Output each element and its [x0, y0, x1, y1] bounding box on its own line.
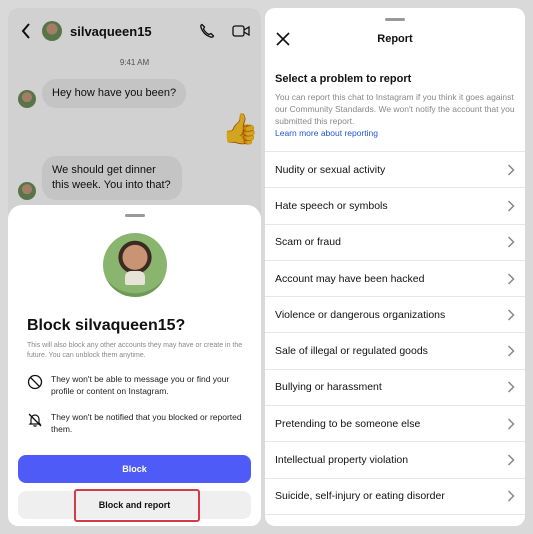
report-option[interactable]: Violence or dangerous organizations — [265, 297, 525, 334]
report-option[interactable]: Account may have been hacked — [265, 261, 525, 298]
report-option[interactable]: Nudity or sexual activity — [265, 152, 525, 189]
report-option[interactable]: Pretending to be someone else — [265, 406, 525, 443]
report-option-label: Suicide, self-injury or eating disorder — [275, 490, 445, 503]
report-heading: Select a problem to report — [275, 73, 412, 85]
report-option[interactable]: Hate speech or symbols — [265, 188, 525, 225]
report-option-label: Nudity or sexual activity — [275, 163, 386, 176]
report-option[interactable]: Bullying or harassment — [265, 370, 525, 407]
block-screen: silvaqueen15 9:41 AM Hey how have you be… — [8, 8, 261, 526]
highlight-box — [74, 489, 200, 522]
learn-more-link[interactable]: Learn more about reporting — [275, 127, 515, 139]
report-option-label: Hate speech or symbols — [275, 199, 388, 212]
report-title: Report — [377, 33, 413, 45]
block-button[interactable]: Block — [18, 455, 251, 483]
report-option-label: Account may have been hacked — [275, 272, 425, 285]
profile-avatar — [102, 233, 167, 297]
report-option-label: Bullying or harassment — [275, 381, 382, 394]
chevron-right-icon — [507, 164, 515, 176]
block-description: This will also block any other accounts … — [27, 342, 243, 359]
report-option[interactable]: Intellectual property violation — [265, 442, 525, 479]
block-info-text: They won't be able to message you or fin… — [51, 374, 230, 396]
chevron-right-icon — [507, 200, 515, 212]
block-title: Block silvaqueen15? — [27, 317, 186, 334]
chevron-right-icon — [507, 236, 515, 248]
report-description: You can report this chat to Instagram if… — [275, 92, 515, 126]
sheet-grabber[interactable] — [124, 214, 145, 217]
report-header: Report — [265, 21, 525, 57]
report-option-label: Intellectual property violation — [275, 454, 409, 467]
report-intro: Select a problem to report You can repor… — [265, 73, 525, 139]
chevron-right-icon — [507, 454, 515, 466]
blocked-message-icon — [27, 374, 43, 390]
report-options-list: Nudity or sexual activity Hate speech or… — [265, 151, 525, 515]
block-info-row: They won't be able to message you or fin… — [18, 373, 251, 397]
report-option[interactable]: Suicide, self-injury or eating disorder — [265, 479, 525, 515]
chevron-right-icon — [507, 381, 515, 393]
report-option-label: Scam or fraud — [275, 236, 341, 249]
chevron-right-icon — [507, 490, 515, 502]
report-option-label: Pretending to be someone else — [275, 417, 421, 430]
report-option[interactable]: Sale of illegal or regulated goods — [265, 333, 525, 370]
chevron-right-icon — [507, 273, 515, 285]
report-option[interactable]: Scam or fraud — [265, 225, 525, 261]
report-option-label: Sale of illegal or regulated goods — [275, 345, 428, 358]
chevron-right-icon — [507, 418, 515, 430]
chevron-right-icon — [507, 309, 515, 321]
block-info-text: They won't be notified that you blocked … — [51, 412, 242, 434]
block-sheet: Block silvaqueen15? This will also block… — [8, 205, 261, 526]
report-option-label: Violence or dangerous organizations — [275, 308, 446, 321]
block-info-row: They won't be notified that you blocked … — [18, 411, 251, 435]
close-icon[interactable] — [275, 31, 291, 47]
chevron-right-icon — [507, 345, 515, 357]
report-screen: Report Select a problem to report You ca… — [265, 8, 525, 526]
bell-off-icon — [28, 413, 42, 427]
